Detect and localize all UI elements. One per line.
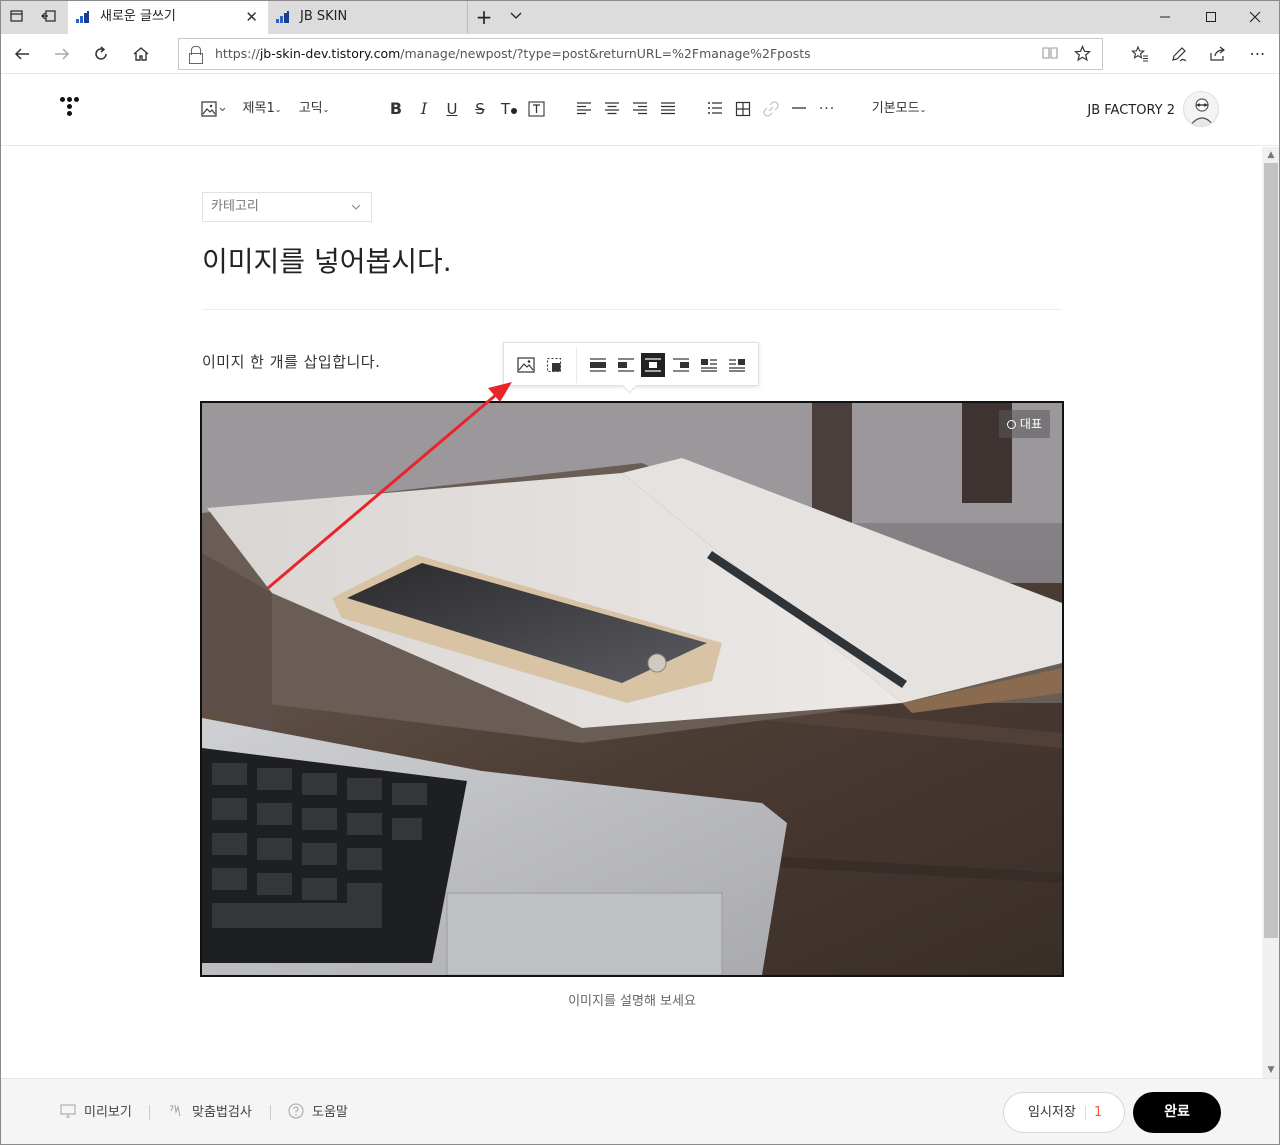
- chevron-down-icon: [351, 193, 361, 223]
- draft-label: 임시저장: [1028, 1105, 1076, 1120]
- heading-dropdown[interactable]: 제목1⌄: [240, 97, 284, 121]
- tab-list-chevron-icon[interactable]: [507, 8, 525, 26]
- image-align-left-icon[interactable]: [614, 353, 638, 377]
- inserted-image[interactable]: 대표: [200, 401, 1064, 977]
- forward-arrow-icon[interactable]: [51, 43, 73, 65]
- tab-actions-icon[interactable]: [8, 8, 26, 26]
- tab-new-post[interactable]: 새로운 글쓰기 ✕: [68, 0, 268, 34]
- body-paragraph[interactable]: 이미지 한 개를 삽입합니다.: [202, 351, 380, 372]
- horizontal-rule-icon[interactable]: [789, 97, 809, 121]
- radio-circle-icon: [1006, 420, 1016, 429]
- close-tab-icon[interactable]: ✕: [245, 0, 258, 34]
- align-left-icon[interactable]: [574, 97, 594, 121]
- reading-view-icon[interactable]: [1041, 45, 1059, 63]
- scrollbar-thumb[interactable]: [1264, 163, 1278, 938]
- address-bar[interactable]: https://jb-skin-dev.tistory.com/manage/n…: [178, 38, 1103, 70]
- spellcheck-label: 맞춤법검사: [192, 1105, 252, 1120]
- draft-separator: [1085, 1106, 1086, 1120]
- align-center-icon[interactable]: [602, 97, 622, 121]
- help-label: 도움말: [312, 1105, 348, 1120]
- align-right-icon[interactable]: [630, 97, 650, 121]
- tistory-logo-icon[interactable]: [60, 97, 86, 123]
- underline-button[interactable]: U: [442, 97, 462, 121]
- align-justify-icon[interactable]: [658, 97, 678, 121]
- toolbar-separator: [576, 347, 577, 383]
- tistory-favicon-icon: [276, 11, 290, 23]
- text-color-button[interactable]: T: [498, 97, 520, 121]
- bullet-list-icon[interactable]: [705, 97, 725, 121]
- scroll-down-icon[interactable]: ▼: [1262, 1062, 1280, 1078]
- category-select[interactable]: 카테고리: [202, 192, 372, 222]
- desk-photo: [202, 403, 1062, 975]
- table-icon[interactable]: [733, 97, 753, 121]
- monitor-icon: [60, 1103, 76, 1119]
- more-options-icon[interactable]: ⋯: [1247, 43, 1269, 65]
- maximize-button[interactable]: [1188, 0, 1234, 34]
- post-title-input[interactable]: 이미지를 넣어봅시다.: [202, 240, 452, 280]
- lock-icon[interactable]: [189, 46, 203, 64]
- insert-image-dropdown[interactable]: [200, 97, 228, 121]
- editor-bottom-bar: 미리보기 맞춤법검사 도움말 임시저장 1 완료: [0, 1078, 1280, 1145]
- image-align-right-icon[interactable]: [669, 353, 693, 377]
- preview-label: 미리보기: [84, 1105, 132, 1120]
- save-draft-button[interactable]: 임시저장 1: [1003, 1092, 1125, 1133]
- image-caption-input[interactable]: 이미지를 설명해 보세요: [0, 990, 1262, 1009]
- spellcheck-button[interactable]: 맞춤법검사: [168, 1103, 252, 1123]
- image-float-left-icon[interactable]: [697, 353, 721, 377]
- tab-title: 새로운 글쓰기: [100, 9, 176, 24]
- image-align-center-icon[interactable]: [641, 353, 665, 377]
- italic-button[interactable]: I: [414, 97, 434, 121]
- category-placeholder: 카테고리: [211, 199, 259, 214]
- representative-label: 대표: [1019, 417, 1042, 431]
- vertical-scrollbar[interactable]: ▲ ▼: [1262, 147, 1280, 1078]
- account-name[interactable]: JB FACTORY 2: [1087, 97, 1175, 121]
- image-float-right-icon[interactable]: [725, 353, 749, 377]
- editor-mode-dropdown[interactable]: 기본모드⌄: [868, 97, 930, 121]
- address-url[interactable]: https://jb-skin-dev.tistory.com/manage/n…: [215, 39, 811, 69]
- close-window-button[interactable]: [1232, 0, 1278, 34]
- resize-image-icon[interactable]: [542, 353, 566, 377]
- more-tools-icon[interactable]: ···: [817, 97, 837, 121]
- publish-done-button[interactable]: 완료: [1133, 1092, 1221, 1133]
- image-toolbar: [503, 342, 759, 386]
- back-arrow-icon[interactable]: [11, 43, 33, 65]
- bottom-separator: [270, 1105, 271, 1120]
- help-icon: [288, 1103, 304, 1119]
- pen-annotate-icon[interactable]: [1168, 43, 1190, 65]
- refresh-icon[interactable]: [90, 43, 112, 65]
- tab-title: JB SKIN: [300, 9, 348, 24]
- strikethrough-button[interactable]: S: [470, 97, 490, 121]
- share-icon[interactable]: [1207, 43, 1229, 65]
- image-full-width-icon[interactable]: [586, 353, 610, 377]
- minimize-button[interactable]: [1142, 0, 1188, 34]
- favorites-hub-icon[interactable]: [1129, 43, 1151, 65]
- new-tab-icon[interactable]: +: [475, 7, 493, 27]
- replace-image-icon[interactable]: [514, 353, 538, 377]
- editor-header: 제목1⌄ 고딕⌄ B I U S T ··· 기본모드⌄ JB FACTORY …: [0, 75, 1280, 146]
- bold-button[interactable]: B: [386, 97, 406, 121]
- representative-toggle[interactable]: 대표: [998, 410, 1050, 438]
- editor-content: 카테고리 이미지를 넣어봅시다. 이미지 한 개를 삽입합니다. 대표 이미지를…: [0, 147, 1262, 1078]
- browser-tab-bar: 새로운 글쓰기 ✕ JB SKIN +: [0, 0, 1280, 34]
- help-button[interactable]: 도움말: [288, 1103, 348, 1123]
- draft-count-badge[interactable]: 1: [1094, 1093, 1102, 1132]
- title-divider: [202, 309, 1062, 310]
- avatar[interactable]: [1183, 91, 1219, 127]
- tab-jb-skin[interactable]: JB SKIN: [268, 0, 468, 34]
- scroll-up-icon[interactable]: ▲: [1262, 147, 1280, 163]
- tistory-favicon-icon: [76, 11, 90, 23]
- bottom-separator: [149, 1105, 150, 1120]
- preview-button[interactable]: 미리보기: [60, 1103, 132, 1123]
- spellcheck-icon: [168, 1103, 184, 1119]
- favorite-star-icon[interactable]: [1073, 44, 1091, 63]
- browser-nav-bar: https://jb-skin-dev.tistory.com/manage/n…: [0, 34, 1280, 74]
- home-icon[interactable]: [130, 43, 152, 65]
- font-dropdown[interactable]: 고딕⌄: [296, 97, 332, 121]
- text-background-button[interactable]: [527, 97, 547, 121]
- set-tabs-aside-icon[interactable]: [40, 8, 58, 26]
- link-icon[interactable]: [761, 97, 781, 121]
